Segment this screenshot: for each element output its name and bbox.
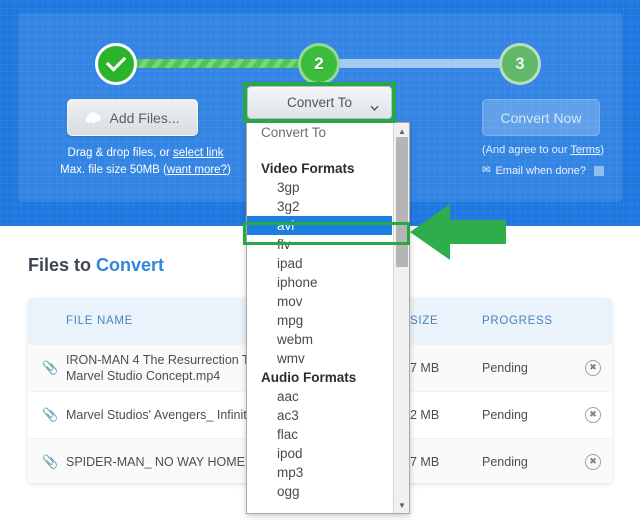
drag-drop-hint: Drag & drop files, or select link — [38, 145, 253, 162]
max-size-hint: Max. file size 50MB (want more?) — [38, 162, 253, 179]
dropdown-option-mpg[interactable]: mpg — [247, 311, 392, 330]
drag-drop-text: Drag & drop files, or — [67, 147, 173, 159]
page-title: Files to Convert — [28, 255, 164, 276]
dropdown-option-list[interactable]: Convert To Video Formats 3gp 3g2 avi flv ipad i… — [247, 123, 392, 513]
dropdown-option-mov[interactable]: mov — [247, 292, 392, 311]
add-files-button[interactable]: Add Files... — [67, 99, 198, 136]
header-size: SIZE — [410, 315, 439, 327]
select-link[interactable]: select link — [173, 147, 224, 159]
file-size-cell: 7 MB — [410, 361, 440, 375]
step-2-label: 2 — [314, 54, 324, 73]
file-size-cell: 7 MB — [410, 455, 440, 469]
paperclip-icon: 📎 — [42, 360, 59, 375]
terms-note: (And agree to our Terms) — [448, 144, 638, 156]
terms-prefix: (And agree to our — [481, 144, 571, 156]
step-1-complete[interactable] — [95, 43, 137, 85]
chevron-down-icon — [370, 100, 379, 111]
email-when-done-checkbox[interactable] — [593, 166, 604, 176]
dropdown-option-iphone[interactable]: iphone — [247, 273, 392, 292]
files-title-plain: Files to — [28, 255, 97, 275]
envelope-icon: ✉ — [482, 165, 491, 176]
dropdown-group-audio-formats: Audio Formats — [261, 370, 357, 385]
max-size-text: Max. file size 50MB ( — [60, 164, 167, 176]
dropdown-option-flac[interactable]: flac — [247, 425, 392, 444]
convert-to-dropdown[interactable]: Convert To Video Formats 3gp 3g2 avi flv ipad i… — [246, 122, 410, 514]
file-progress-cell: Pending — [482, 361, 528, 375]
caret-down-icon[interactable]: ▼ — [394, 497, 409, 513]
remove-circle-icon: ✖ — [585, 360, 601, 376]
cloud-upload-icon — [85, 111, 102, 125]
terms-link[interactable]: Terms — [570, 144, 600, 156]
dropdown-option-ogg[interactable]: ogg — [247, 482, 392, 501]
progress-stepper: 2 3 — [18, 13, 622, 93]
check-icon — [105, 51, 127, 72]
remove-circle-icon: ✖ — [585, 407, 601, 423]
convert-now-label: Convert Now — [500, 109, 582, 126]
remove-file-button[interactable]: ✖ — [574, 407, 612, 423]
page-root: 2 3 Add Files... Drag & drop files, or s… — [0, 0, 640, 520]
dropdown-option-ipod[interactable]: ipod — [247, 444, 392, 463]
left-arrow-annotation — [408, 202, 508, 267]
dropdown-option-3gp[interactable]: 3gp — [247, 178, 392, 197]
remove-circle-icon: ✖ — [585, 454, 601, 470]
stepper-connector-1-2 — [133, 59, 305, 68]
paperclip-icon: 📎 — [42, 407, 59, 422]
remove-file-button[interactable]: ✖ — [574, 360, 612, 376]
dropdown-placeholder: Convert To — [261, 125, 327, 140]
dropdown-option-aac[interactable]: aac — [247, 387, 392, 406]
dropdown-option-flv[interactable]: flv — [247, 235, 392, 254]
email-when-done-label: Email when done? — [495, 165, 586, 177]
dropdown-option-avi[interactable]: avi — [247, 216, 392, 235]
file-size-cell: 2 MB — [410, 408, 440, 422]
dropdown-group-video-formats: Video Formats — [261, 161, 355, 176]
stepper-connector-2-3 — [336, 59, 506, 68]
dropdown-option-wmv[interactable]: wmv — [247, 349, 392, 368]
add-files-label: Add Files... — [109, 109, 180, 126]
dropdown-option-webm[interactable]: webm — [247, 330, 392, 349]
dropdown-option-ac3[interactable]: ac3 — [247, 406, 392, 425]
terms-suffix: ) — [600, 144, 605, 156]
files-title-accent: Convert — [96, 255, 165, 275]
dropdown-option-3g2[interactable]: 3g2 — [247, 197, 392, 216]
step-3-label: 3 — [515, 54, 525, 73]
convert-now-button[interactable]: Convert Now — [482, 99, 600, 136]
dropdown-scrollbar[interactable]: ▲ ▼ — [393, 123, 409, 513]
upload-hints: Drag & drop files, or select link Max. f… — [38, 145, 253, 179]
convert-to-select-value: Convert To — [286, 95, 353, 110]
convert-to-select[interactable]: Convert To — [247, 86, 392, 119]
dropdown-option-ipad[interactable]: ipad — [247, 254, 392, 273]
file-progress-cell: Pending — [482, 408, 528, 422]
file-progress-cell: Pending — [482, 455, 528, 469]
header-progress: PROGRESS — [482, 315, 553, 327]
step-3-upcoming[interactable]: 3 — [499, 43, 541, 85]
step-2-current[interactable]: 2 — [298, 43, 340, 85]
remove-file-button[interactable]: ✖ — [574, 454, 612, 470]
dropdown-spacer — [247, 142, 392, 159]
dropdown-option-mp3[interactable]: mp3 — [247, 463, 392, 482]
want-more-link[interactable]: want more? — [167, 164, 227, 176]
convert-to-select-wrapper[interactable]: Convert To — [243, 82, 396, 123]
max-size-suffix: ) — [226, 164, 231, 176]
email-when-done-row[interactable]: ✉ Email when done? — [448, 165, 638, 177]
paperclip-icon: 📎 — [42, 454, 59, 469]
dropdown-scrollbar-thumb[interactable] — [396, 137, 408, 267]
